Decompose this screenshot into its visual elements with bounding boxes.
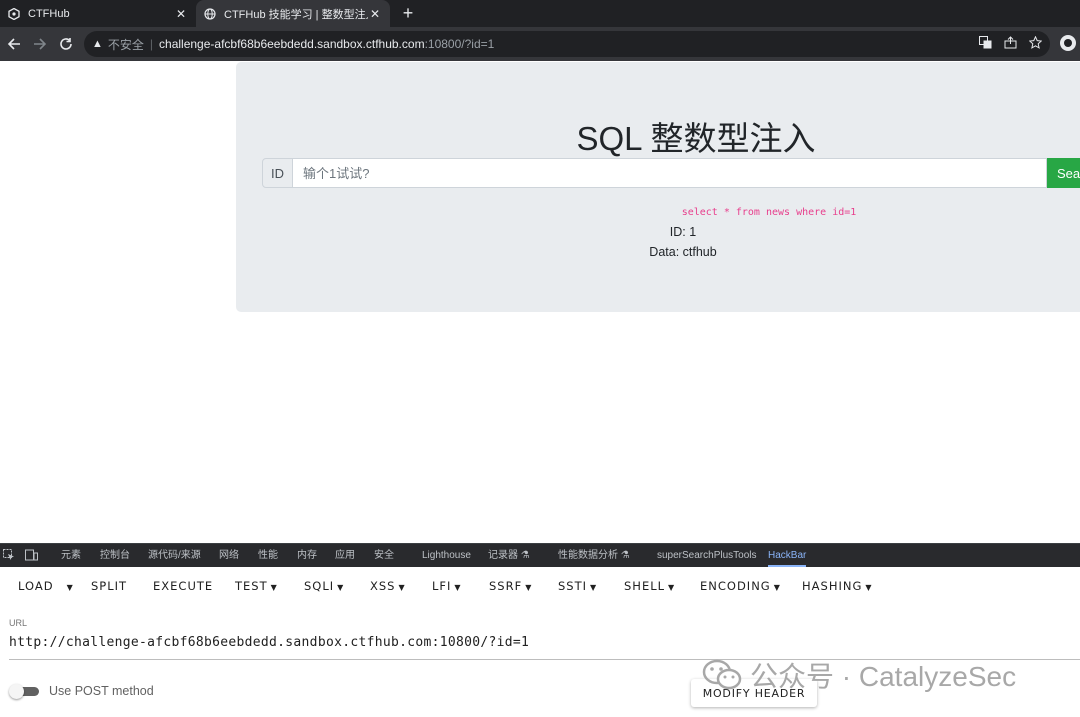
devtools-tab-hackbar[interactable]: HackBar [768,544,807,567]
browser-toolbar: ▲ 不安全 | challenge-afcbf68b6eebdedd.sandb… [0,27,1080,61]
test-menu-button[interactable]: TEST ▼ [235,579,278,593]
id-input[interactable] [293,158,1047,188]
lfi-menu-button[interactable]: LFI ▼ [432,579,462,593]
devtools-tab-bar: 元素 控制台 源代码/来源 网络 性能 内存 应用 安全 Lighthouse … [0,543,1080,567]
id-input-group: ID Search [262,158,1080,188]
new-tab-button[interactable]: + [398,2,418,24]
url-field[interactable]: http://challenge-afcbf68b6eebdedd.sandbo… [9,635,529,650]
xss-menu-button[interactable]: XSS ▼ [370,579,406,593]
devtools-tab-sources[interactable]: 源代码/来源 [148,544,201,567]
devtools-tab-recorder[interactable]: 记录器 ⚗ [488,544,530,567]
devtools-tab-memory[interactable]: 内存 [297,544,317,567]
watermark: 公众号 · CatalyzeSec [702,655,1016,695]
translate-icon[interactable] [979,36,992,52]
bookmark-star-icon[interactable] [1028,35,1043,52]
page-title: SQL 整数型注入 [576,120,816,157]
close-tab-icon[interactable]: ✕ [368,7,382,21]
chevron-down-icon: ▼ [668,583,676,592]
load-dropdown-icon[interactable]: ▼ [67,583,74,592]
sql-query: select * from news where id=1 [681,207,857,218]
ssrf-menu-button[interactable]: SSRF ▼ [489,579,532,593]
devtools-tab-elements[interactable]: 元素 [61,544,81,567]
devtools-tab-performance-insights[interactable]: 性能数据分析 ⚗ [558,544,630,567]
chevron-down-icon: ▼ [270,583,278,592]
url-host: challenge-afcbf68b6eebdedd.sandbox.ctfhu… [159,37,425,51]
globe-icon [204,7,216,20]
chevron-down-icon: ▼ [525,583,533,592]
url-path: :10800/?id=1 [424,37,495,51]
extension-icon[interactable] [1060,35,1076,51]
post-method-label: Use POST method [49,684,154,698]
toggle-knob [9,684,24,699]
chevron-down-icon: ▼ [773,583,781,592]
sqli-menu-button[interactable]: SQLI ▼ [304,579,344,593]
tab-title: CTFHub [28,7,70,20]
close-tab-icon[interactable]: ✕ [174,7,188,21]
forward-arrow-icon[interactable] [30,34,50,54]
post-method-toggle[interactable] [9,684,40,699]
execute-button[interactable]: EXECUTE [153,579,213,593]
split-button[interactable]: SPLIT [91,579,127,593]
id-label: ID [262,158,293,188]
reload-icon[interactable] [56,34,76,54]
chevron-down-icon: ▼ [398,583,406,592]
encoding-menu-button[interactable]: ENCODING ▼ [700,579,781,593]
back-arrow-icon[interactable] [4,34,24,54]
browser-tab-active[interactable]: CTFHub 技能学习 | 整数型注入 ✕ [196,0,390,27]
chevron-down-icon: ▼ [590,583,598,592]
devtools-tab-supersearchplustools[interactable]: superSearchPlusTools [657,544,757,567]
share-icon[interactable] [1004,36,1017,52]
warning-icon: ▲ [92,38,103,50]
address-separator: | [149,37,154,51]
result-data: Data: ctfhub [649,245,717,259]
load-button[interactable]: LOAD ▼ [18,579,74,593]
shell-menu-button[interactable]: SHELL ▼ [624,579,675,593]
browser-tab-ctfhub[interactable]: CTFHub ✕ [0,0,196,27]
devtools-tab-network[interactable]: 网络 [219,544,239,567]
devtools-tab-application[interactable]: 应用 [335,544,355,567]
inspect-element-icon[interactable] [3,549,15,561]
chevron-down-icon: ▼ [865,583,873,592]
chevron-down-icon: ▼ [454,583,462,592]
hashing-menu-button[interactable]: HASHING ▼ [802,579,873,593]
search-button[interactable]: Search [1047,158,1080,188]
devtools-tab-lighthouse[interactable]: Lighthouse [422,544,471,567]
devtools-tab-performance[interactable]: 性能 [258,544,278,567]
browser-tab-strip: CTFHub ✕ CTFHub 技能学习 | 整数型注入 ✕ + [0,0,1080,27]
ctfhub-favicon-icon [8,7,20,20]
address-bar[interactable]: ▲ 不安全 | challenge-afcbf68b6eebdedd.sandb… [84,31,1050,57]
chevron-down-icon: ▼ [337,583,345,592]
url-field-label: URL [9,618,28,628]
devtools-tab-console[interactable]: 控制台 [100,544,130,567]
insecure-label[interactable]: 不安全 [108,36,144,53]
watermark-text: 公众号 · CatalyzeSec [750,661,1017,692]
device-toolbar-icon[interactable] [25,549,38,561]
ssti-menu-button[interactable]: SSTI ▼ [558,579,597,593]
devtools-tab-security[interactable]: 安全 [374,544,394,567]
result-id: ID: 1 [669,225,697,239]
wechat-icon [702,659,742,690]
tab-title: CTFHub 技能学习 | 整数型注入 [224,8,368,21]
